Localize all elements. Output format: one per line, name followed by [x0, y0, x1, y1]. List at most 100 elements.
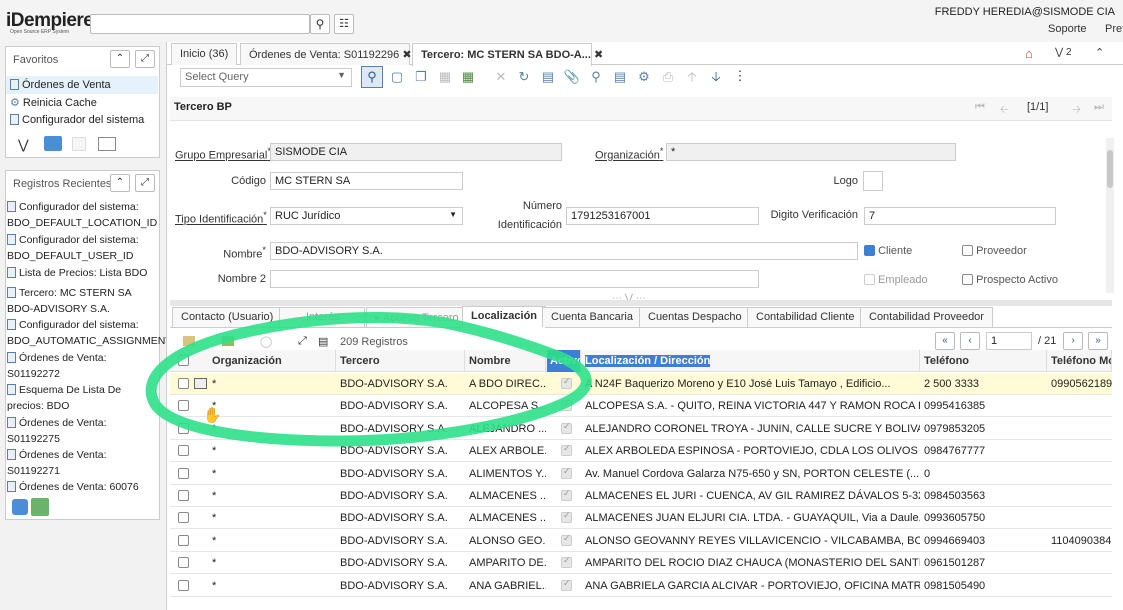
cell-localizacion[interactable]: AMPARITO DEL ROCIO DIAZ CHAUCA (MONASTER…: [582, 552, 920, 574]
expand-icon[interactable]: ⤢: [298, 335, 307, 348]
cell-tercero[interactable]: BDO-ADVISORY S.A.: [337, 440, 465, 462]
collapse-icon[interactable]: ⌃: [110, 174, 130, 192]
recent-item[interactable]: Esquema De Lista De precios: BDO: [7, 382, 159, 415]
cell-organizacion[interactable]: *: [209, 485, 336, 507]
cell-nombre[interactable]: ALONSO GEO...: [466, 530, 546, 552]
cell-localizacion[interactable]: ALMACENES EL JURI - CUENCA, AV GIL RAMIR…: [582, 485, 920, 507]
cell-organizacion[interactable]: *: [209, 418, 336, 440]
cell-telefono-movil[interactable]: [1048, 418, 1112, 440]
search-icon[interactable]: ⚲: [310, 14, 330, 34]
preferences-link[interactable]: Pref: [1105, 23, 1123, 35]
cell-telefono[interactable]: 0981505490: [921, 575, 1047, 597]
tab-count-dropdown[interactable]: ⋁ 2: [1055, 47, 1072, 58]
cliente-checkbox[interactable]: Cliente: [864, 245, 912, 257]
cell-nombre[interactable]: ALMACENES ...: [466, 507, 546, 529]
save-row-icon[interactable]: [222, 336, 234, 346]
proveedor-checkbox[interactable]: Proveedor: [962, 245, 1027, 257]
save-icon[interactable]: ▦: [436, 68, 454, 86]
table-row[interactable]: * BDO-ADVISORY S.A. ALONSO GEO... ALONSO GE…: [170, 529, 1112, 552]
cell-tercero[interactable]: BDO-ADVISORY S.A.: [337, 463, 465, 485]
global-search-input[interactable]: [90, 14, 310, 34]
table-row[interactable]: * BDO-ADVISORY S.A. ANA GABRIEL... ANA GABR…: [170, 574, 1112, 597]
save-create-icon[interactable]: ▦: [459, 68, 477, 86]
cell-telefono[interactable]: 0993605750: [921, 507, 1047, 529]
select-all-checkbox[interactable]: [178, 355, 189, 366]
row-checkbox[interactable]: [178, 467, 189, 479]
collapse-up-icon[interactable]: ⌃: [1095, 46, 1104, 59]
cell-organizacion[interactable]: *: [209, 440, 336, 462]
cell-telefono[interactable]: 0961501287: [921, 552, 1047, 574]
row-checkbox[interactable]: [178, 512, 189, 524]
folder-add-icon[interactable]: [44, 136, 62, 151]
cell-nombre[interactable]: ALCOPESA S...: [466, 395, 546, 417]
nombre-field[interactable]: BDO-ADVISORY S.A.: [270, 242, 858, 260]
cell-telefono-movil[interactable]: [1048, 463, 1112, 485]
arrow-down-icon[interactable]: 🡣: [707, 68, 725, 86]
cell-telefono[interactable]: 0994669403: [921, 530, 1047, 552]
cell-localizacion[interactable]: Av. Manuel Cordova Galarza N75-650 y SN,…: [582, 463, 920, 485]
tab-cuenta-bancaria[interactable]: Cuenta Bancaria: [542, 307, 642, 327]
first-page-icon[interactable]: «: [935, 332, 955, 350]
row-checkbox[interactable]: [178, 579, 189, 591]
cell-telefono-movil[interactable]: 1104090384: [1048, 530, 1112, 552]
close-icon[interactable]: ✖: [402, 49, 411, 61]
cell-nombre[interactable]: ANA GABRIEL...: [466, 575, 546, 597]
cell-localizacion[interactable]: ALEJANDRO CORONEL TROYA - JUNIN, CALLE S…: [582, 418, 920, 440]
grid-view-icon[interactable]: ▤: [318, 335, 328, 348]
cell-organizacion[interactable]: *: [209, 395, 336, 417]
cell-telefono-movil[interactable]: [1048, 440, 1112, 462]
favorite-item[interactable]: Órdenes de Venta: [10, 79, 111, 91]
cell-organizacion[interactable]: *: [209, 575, 336, 597]
page-input[interactable]: 1: [986, 332, 1032, 350]
process-gear-icon[interactable]: ⚙: [635, 68, 653, 86]
row-checkbox[interactable]: [178, 490, 189, 501]
recent-item[interactable]: Configurador del sistema: BDO_AUTOMATIC_…: [7, 317, 172, 350]
last-page-icon[interactable]: »: [1088, 332, 1108, 350]
cell-localizacion[interactable]: ALONSO GEOVANNY REYES VILLAVICENCIO - VI…: [582, 530, 920, 552]
cell-tercero[interactable]: BDO-ADVISORY S.A.: [337, 373, 465, 395]
cell-tercero[interactable]: BDO-ADVISORY S.A.: [337, 507, 465, 529]
tab-contabilidad-proveedor[interactable]: Contabilidad Proveedor: [860, 307, 993, 327]
report-icon[interactable]: ▤: [611, 68, 629, 86]
table-row[interactable]: * BDO-ADVISORY S.A. ALMACENES ... ALMACENES…: [170, 485, 1112, 507]
refresh-icon[interactable]: [12, 499, 28, 515]
delete-icon[interactable]: ✕: [492, 68, 510, 86]
select-query-dropdown[interactable]: Select Query ▼: [180, 68, 352, 87]
grid-toggle-icon[interactable]: ▤: [539, 68, 557, 86]
attachment-icon[interactable]: 📎: [563, 68, 581, 86]
cell-telefono-movil[interactable]: [1048, 395, 1112, 417]
last-record-icon[interactable]: ⏭: [1094, 101, 1104, 114]
arrow-up-icon[interactable]: 🡡: [683, 68, 701, 86]
tipo-id-select[interactable]: RUC Jurídico ▼: [270, 207, 463, 225]
splitter-bar[interactable]: [170, 300, 1112, 306]
organizacion-field[interactable]: *: [666, 143, 956, 161]
cell-telefono-movil[interactable]: 0990562189: [1048, 373, 1112, 395]
col-organizacion[interactable]: Organización: [209, 350, 336, 372]
tab-localizacion[interactable]: Localización: [462, 306, 547, 328]
new-row-icon[interactable]: [183, 336, 195, 346]
table-row[interactable]: * BDO-ADVISORY S.A. ALIMENTOS Y... Av. Manu…: [170, 462, 1112, 485]
row-checkbox[interactable]: [178, 378, 189, 389]
copy-icon[interactable]: ❐: [412, 68, 430, 86]
table-row[interactable]: * BDO-ADVISORY S.A. ALEJANDRO ... ALEJANDRO…: [170, 417, 1112, 440]
cell-telefono-movil[interactable]: [1048, 575, 1112, 597]
recent-item[interactable]: Lista de Precios: Lista BDO: [7, 265, 159, 285]
close-icon[interactable]: ✖: [594, 49, 603, 61]
row-checkbox[interactable]: [178, 557, 189, 569]
empleado-checkbox[interactable]: Empleado: [864, 274, 928, 286]
prospecto-checkbox[interactable]: Prospecto Activo: [962, 274, 1058, 286]
table-row[interactable]: * BDO-ADVISORY S.A. ALMACENES ... ALMACENES…: [170, 507, 1112, 530]
user-label[interactable]: FREDDY HEREDIA@SISMODE CIA: [935, 6, 1115, 18]
table-row[interactable]: * BDO-ADVISORY S.A. ALCOPESA S... ALCOPESA …: [170, 395, 1112, 418]
cell-organizacion[interactable]: *: [209, 530, 336, 552]
recent-item[interactable]: Órdenes de Venta: S01192272: [7, 350, 159, 382]
tab-interes[interactable]: Interés: [279, 307, 365, 327]
support-link[interactable]: Soporte: [1048, 23, 1087, 35]
cell-tercero[interactable]: BDO-ADVISORY S.A.: [337, 418, 465, 440]
next-page-icon[interactable]: ›: [1063, 332, 1083, 350]
cell-organizacion[interactable]: *: [209, 552, 336, 574]
cell-telefono-movil[interactable]: [1048, 507, 1112, 529]
cell-nombre[interactable]: ALEX ARBOLE...: [466, 440, 546, 462]
codigo-field[interactable]: MC STERN SA: [270, 172, 463, 190]
col-activo[interactable]: Activo: [547, 350, 581, 372]
